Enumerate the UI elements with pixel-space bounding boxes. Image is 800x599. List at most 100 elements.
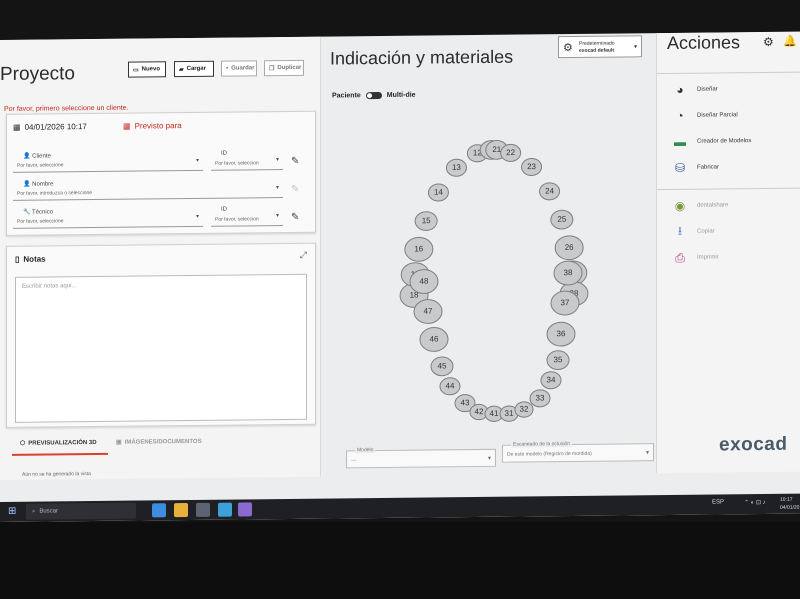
action-print[interactable]: ⎙ Imprimir xyxy=(671,250,718,265)
tooth-number: 16 xyxy=(414,244,423,253)
tooth-24[interactable]: 24 xyxy=(539,182,561,201)
actions-title: Acciones xyxy=(667,32,741,54)
notes-card: ▯ Notas ⤢ Escribir notas aquí... xyxy=(6,242,316,428)
folder-icon: ▰ xyxy=(179,66,184,73)
tooth-46[interactable]: 46 xyxy=(419,327,449,352)
tooth-15[interactable]: 15 xyxy=(414,211,438,231)
action-design[interactable]: ◕ Diseñar xyxy=(671,82,717,97)
model-select[interactable]: Modelo — ▾ xyxy=(346,447,496,469)
active-tab-indicator xyxy=(12,452,108,456)
client-id-field[interactable]: ID Por favor, seleccion ▾ xyxy=(211,150,283,171)
tooth-number: 38 xyxy=(564,268,573,277)
tooth-23[interactable]: 23 xyxy=(521,157,543,176)
project-panel: Proyecto ▭ Nuevo ▰ Cargar ▪ Guardar ❐ Duplic… xyxy=(0,36,321,481)
tooth-number: 31 xyxy=(505,409,514,418)
mail-icon[interactable] xyxy=(218,502,232,517)
tooth-47[interactable]: 47 xyxy=(413,299,443,324)
planned-date[interactable]: ▦ Previsto para xyxy=(123,121,182,131)
preview-tabs: ⬡ PREVISUALIZACIÓN 3D ▣ IMÁGENES/DOCUMENTO… xyxy=(12,437,312,460)
preset-dropdown[interactable]: ⚙ Predeterminado exocad default ▾ xyxy=(558,35,642,59)
technician-value: Por favor, seleccione xyxy=(17,218,64,225)
client-id-label: ID xyxy=(221,150,227,157)
tab-3d-preview[interactable]: ⬡ PREVISUALIZACIÓN 3D xyxy=(20,439,97,446)
explorer-icon[interactable] xyxy=(174,503,188,518)
tray-icons[interactable]: ⌃ ◐ ⊡ ♪ xyxy=(744,499,766,506)
exocad-taskbar-icon[interactable] xyxy=(238,502,252,517)
tooth-number: 14 xyxy=(434,188,443,197)
new-button[interactable]: ▭ Nuevo xyxy=(128,61,166,78)
date-display[interactable]: ▦ 04/01/2026 10:17 xyxy=(13,122,87,132)
save-button[interactable]: ▪ Guardar xyxy=(221,60,257,77)
store-icon[interactable] xyxy=(196,502,210,517)
person-icon: 👤 xyxy=(23,181,31,188)
windows-taskbar: ⊞ ⌕ Buscar ESP ⌃ ◐ ⊡ ♪ 10:17 04/01/20 xyxy=(0,493,800,522)
tooth-36[interactable]: 36 xyxy=(546,321,576,347)
tooth-number: 45 xyxy=(438,361,447,370)
edit-technician-icon[interactable]: ✎ xyxy=(291,212,299,223)
edge-icon[interactable] xyxy=(152,503,166,518)
tooth-38[interactable]: 38 xyxy=(553,260,583,286)
action-copy[interactable]: ⭳ Copiar xyxy=(671,223,715,239)
monitor-screen: Proyecto ▭ Nuevo ▰ Cargar ▪ Guardar ❐ Duplic… xyxy=(0,31,800,523)
notes-header: ▯ Notas xyxy=(15,254,46,264)
edit-client-icon[interactable]: ✎ xyxy=(291,156,299,167)
toggle-switch[interactable] xyxy=(365,92,382,100)
tooth-16[interactable]: 16 xyxy=(404,236,434,262)
tooth-number: 44 xyxy=(446,381,455,390)
model-creator-icon: ▬ xyxy=(674,134,686,149)
taskbar-search[interactable]: ⌕ Buscar xyxy=(26,502,136,520)
tooth-26[interactable]: 26 xyxy=(554,235,584,261)
action-model-creator[interactable]: ▬ Creador de Modelos xyxy=(671,134,751,149)
client-field[interactable]: 👤 Cliente Por favor, seleccione ▾ xyxy=(13,150,203,173)
action-dentalshare[interactable]: ◉ dentalshare xyxy=(671,198,729,213)
tooth-number: 46 xyxy=(430,335,439,344)
tooth-number: 15 xyxy=(422,216,431,225)
name-field[interactable]: 👤 Nombre Por favor, introduzca o selecci… xyxy=(13,178,283,201)
tooth-37[interactable]: 37 xyxy=(550,290,580,316)
expand-icon[interactable]: ⤢ xyxy=(300,250,307,261)
settings-gear-icon[interactable]: ⚙ xyxy=(763,35,774,49)
image-icon: ▣ xyxy=(116,439,122,446)
fabricate-icon: ⛁ xyxy=(674,160,686,175)
windows-start-icon[interactable]: ⊞ xyxy=(8,506,16,517)
edit-name-icon[interactable]: ✎ xyxy=(291,184,299,195)
tooth-45[interactable]: 45 xyxy=(430,356,454,377)
calendar-icon: ▦ xyxy=(13,122,21,132)
tooth-number: 43 xyxy=(461,398,470,407)
tooth-number: 34 xyxy=(547,375,556,384)
action-partial-design[interactable]: ◔ Diseñar Parcial xyxy=(671,108,737,123)
tooth-number: 23 xyxy=(527,162,536,171)
tooth-14[interactable]: 14 xyxy=(427,183,449,202)
chevron-down-icon: ▾ xyxy=(633,44,637,51)
clock[interactable]: 10:17 04/01/20 xyxy=(780,496,799,512)
technician-id-field[interactable]: ID Por favor, seleccion ▾ xyxy=(211,206,283,227)
tooth-33[interactable]: 33 xyxy=(529,389,551,408)
print-icon: ⎙ xyxy=(675,250,685,265)
tooth-22[interactable]: 22 xyxy=(500,143,522,162)
notification-bell-icon[interactable]: 🔔 xyxy=(783,35,797,48)
share-icon: ◉ xyxy=(674,198,686,213)
occlusion-scan-select[interactable]: Escaneado de la oclusión De este modelo … xyxy=(502,441,654,463)
tooth-44[interactable]: 44 xyxy=(439,377,461,396)
tooth-48[interactable]: 48 xyxy=(409,269,439,294)
action-fabricate[interactable]: ⛁ Fabricar xyxy=(671,160,719,175)
duplicate-icon: ❐ xyxy=(269,65,275,72)
tooth-32[interactable]: 32 xyxy=(514,401,534,418)
tooth-25[interactable]: 25 xyxy=(550,209,574,230)
tooth-35[interactable]: 35 xyxy=(546,350,570,371)
tooth-number: 47 xyxy=(424,307,433,316)
tooth-34[interactable]: 34 xyxy=(540,371,562,390)
keyboard-lang[interactable]: ESP xyxy=(712,499,724,505)
dental-arch-chart[interactable]: 1817161514131211212223242526272848474645… xyxy=(394,94,594,436)
tab-images[interactable]: ▣ IMÁGENES/DOCUMENTOS xyxy=(116,438,202,446)
tooth-number: 48 xyxy=(420,277,429,286)
load-button[interactable]: ▰ Cargar xyxy=(174,60,214,78)
search-icon: ⌕ xyxy=(32,508,36,515)
tooth-13[interactable]: 13 xyxy=(445,158,467,177)
client-warning: Por favor, primero seleccione un cliente… xyxy=(4,104,129,113)
tooth-number: 22 xyxy=(506,148,515,157)
duplicate-button[interactable]: ❐ Duplicar xyxy=(264,59,304,77)
technician-label: 🔧 Técnico xyxy=(23,209,54,216)
notes-textarea[interactable]: Escribir notas aquí... xyxy=(15,273,307,423)
technician-field[interactable]: 🔧 Técnico Por favor, seleccione ▾ xyxy=(13,206,203,229)
